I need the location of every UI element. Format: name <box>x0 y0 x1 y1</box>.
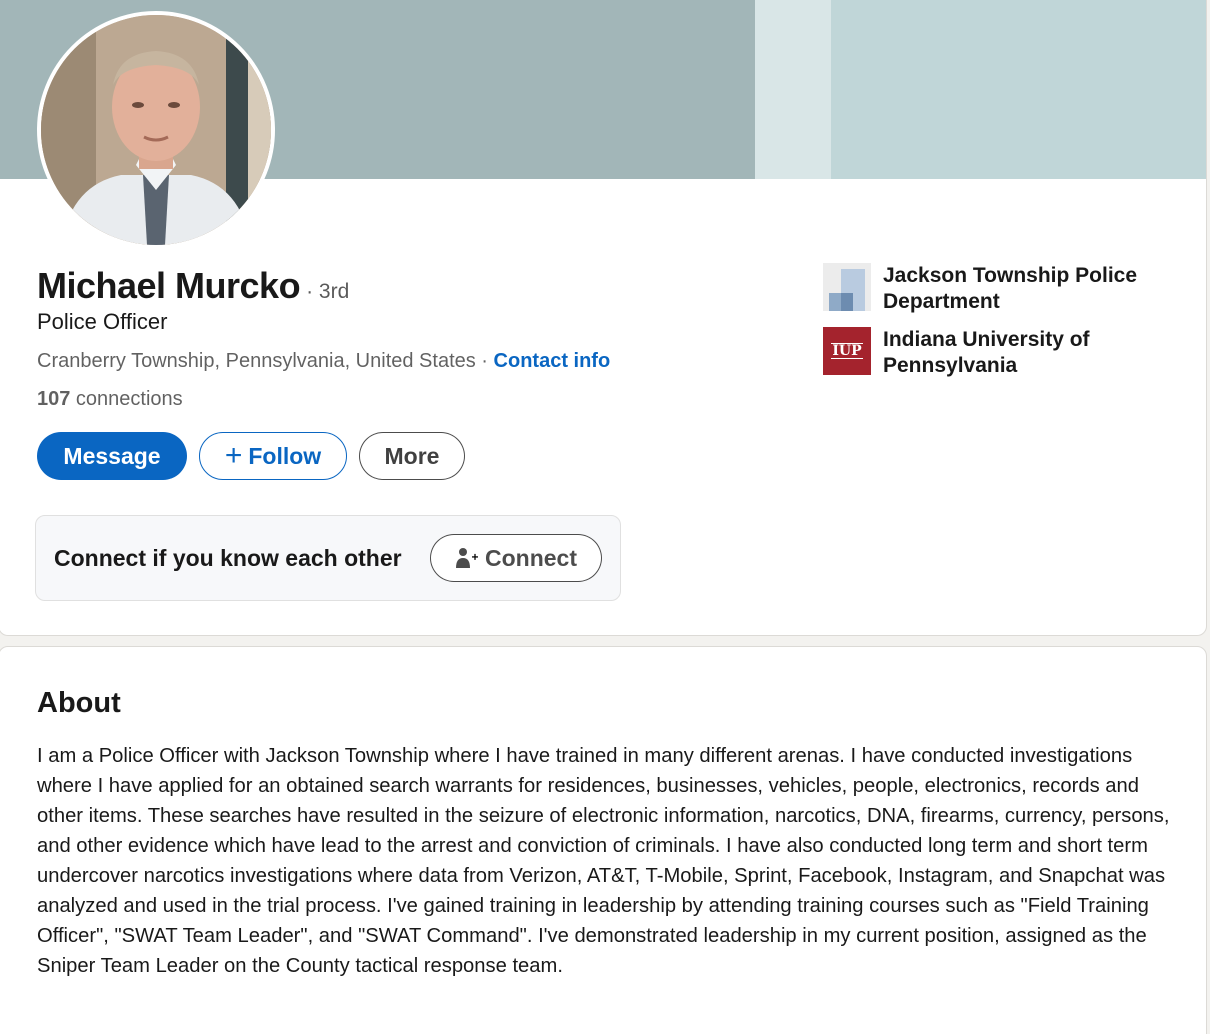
org-item-iup[interactable]: IUP Indiana University of Pennsylvania <box>823 327 1183 379</box>
connect-button[interactable]: Connect <box>430 534 602 582</box>
message-button[interactable]: Message <box>37 432 187 480</box>
org-name: Indiana University of Pennsylvania <box>883 328 1090 377</box>
contact-info-link[interactable]: Contact info <box>494 350 611 372</box>
profile-headline: Police Officer <box>37 309 168 334</box>
profile-photo[interactable] <box>37 11 275 249</box>
connect-prompt-box: Connect if you know each other Connect <box>35 515 621 601</box>
about-text: I am a Police Officer with Jackson Towns… <box>37 745 1170 977</box>
profile-top-card: Michael Murcko · 3rd Police Officer Cran… <box>0 0 1207 636</box>
name-row: Michael Murcko · 3rd <box>37 265 349 307</box>
connections-count: 107 <box>37 388 71 410</box>
add-person-icon <box>456 548 478 568</box>
org-name: Jackson Township Police Department <box>883 264 1138 313</box>
plus-icon: + <box>224 439 243 472</box>
about-title: About <box>37 687 121 719</box>
message-button-label: Message <box>63 442 161 469</box>
connection-degree: · 3rd <box>306 280 350 303</box>
org-item-jackson-township[interactable]: Jackson Township Police Department <box>823 263 1183 315</box>
follow-button[interactable]: + Follow <box>199 432 347 480</box>
follow-button-label: Follow <box>248 442 322 469</box>
iup-logo-text: IUP <box>831 343 863 359</box>
more-button[interactable]: More <box>359 432 465 480</box>
profile-name: Michael Murcko <box>37 265 301 306</box>
about-card: About I am a Police Officer with Jackson… <box>0 646 1207 1034</box>
organizations-list: Jackson Township Police Department IUP I… <box>823 263 1183 391</box>
profile-location: Cranberry Township, Pennsylvania, United… <box>37 350 476 372</box>
connections-label: connections <box>70 388 183 410</box>
location-separator: · <box>475 350 494 372</box>
more-button-label: More <box>384 442 440 469</box>
location-row: Cranberry Township, Pennsylvania, United… <box>37 350 610 373</box>
iup-logo: IUP <box>823 327 871 375</box>
connect-button-label: Connect <box>485 544 577 571</box>
connections-row: 107 connections <box>37 388 183 411</box>
jackson-township-logo <box>823 263 871 311</box>
connect-prompt-text: Connect if you know each other <box>54 545 402 571</box>
